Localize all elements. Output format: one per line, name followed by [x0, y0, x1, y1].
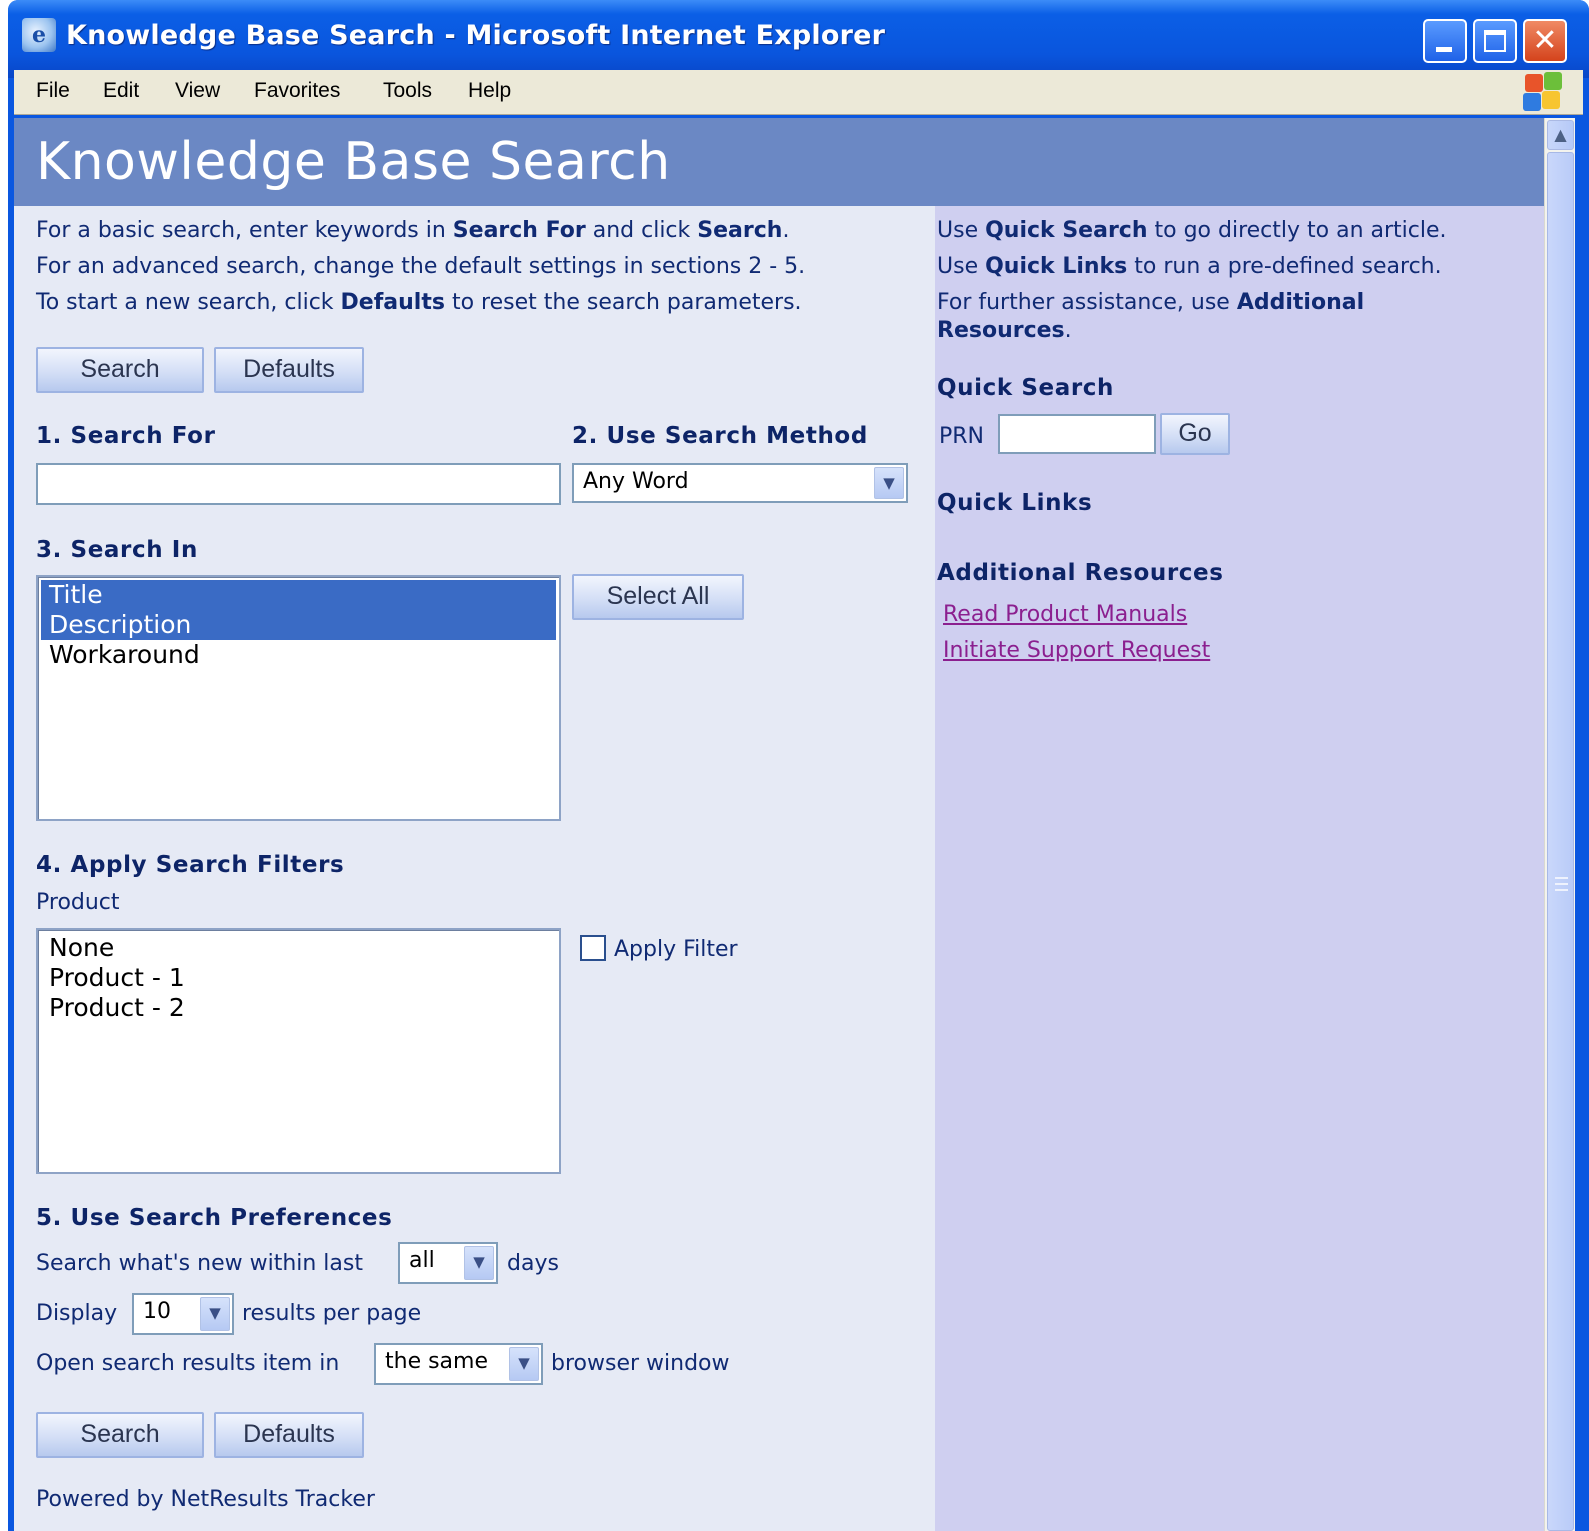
search-for-heading: 1. Search For: [36, 423, 216, 449]
chevron-down-icon[interactable]: ▼: [874, 467, 904, 499]
sidebar-help-line-1: Use Quick Search to go directly to an ar…: [937, 218, 1447, 243]
intro-text: For a basic search, enter keywords in: [36, 218, 453, 243]
close-button[interactable]: ✕: [1523, 19, 1567, 63]
prn-input[interactable]: [998, 414, 1156, 454]
product-listbox[interactable]: None Product - 1 Product - 2: [36, 928, 561, 1174]
page-title: Knowledge Base Search: [36, 132, 671, 192]
menu-favorites[interactable]: Favorites: [254, 79, 340, 103]
title-bar[interactable]: e Knowledge Base Search - Microsoft Inte…: [8, 0, 1589, 78]
search-method-value: Any Word: [583, 469, 689, 494]
intro-bold: Search For: [452, 218, 586, 243]
help-bold: Quick Search: [985, 218, 1148, 243]
search-in-heading: 3. Search In: [36, 537, 198, 563]
intro-text: .: [782, 218, 790, 243]
results-per-page-select[interactable]: 10 ▼: [132, 1293, 234, 1335]
list-option-none[interactable]: None: [41, 933, 556, 963]
windows-logo-icon: [1523, 72, 1563, 112]
menu-view[interactable]: View: [175, 79, 220, 103]
open-window-value: the same: [385, 1349, 489, 1374]
scroll-thumb[interactable]: [1547, 152, 1574, 1531]
list-option-workaround[interactable]: Workaround: [41, 640, 556, 670]
search-method-select[interactable]: Any Word ▼: [572, 463, 908, 503]
initiate-support-request-link[interactable]: Initiate Support Request: [943, 638, 1210, 663]
page-header: Knowledge Base Search: [14, 118, 1544, 206]
chevron-down-icon[interactable]: ▼: [464, 1246, 494, 1280]
pref-browser-window-label: browser window: [551, 1351, 730, 1376]
apply-filter-label: Apply Filter: [614, 937, 738, 962]
sidebar-help-line-3: For further assistance, use Additional: [937, 290, 1364, 315]
prn-label: PRN: [939, 424, 985, 449]
pref-display-label: Display: [36, 1301, 118, 1326]
maximize-icon: [1484, 30, 1506, 52]
results-per-page-value: 10: [143, 1299, 171, 1324]
pref-results-label: results per page: [242, 1301, 422, 1326]
help-text: to run a pre-defined search.: [1127, 254, 1442, 279]
days-value: all: [409, 1248, 435, 1273]
list-option-product-2[interactable]: Product - 2: [41, 993, 556, 1023]
minimize-button[interactable]: [1423, 19, 1467, 63]
select-all-button[interactable]: Select All: [572, 574, 744, 620]
defaults-button[interactable]: Defaults: [214, 347, 364, 393]
intro-text: and click: [585, 218, 698, 243]
pref-new-within-label: Search what's new within last: [36, 1251, 363, 1276]
chevron-down-icon[interactable]: ▼: [200, 1297, 230, 1331]
preferences-heading: 5. Use Search Preferences: [36, 1205, 393, 1231]
help-text: For further assistance, use: [937, 290, 1237, 315]
search-method-heading: 2. Use Search Method: [572, 423, 868, 449]
menu-help[interactable]: Help: [468, 79, 511, 103]
menu-tools[interactable]: Tools: [383, 79, 432, 103]
menu-edit[interactable]: Edit: [103, 79, 139, 103]
window-title: Knowledge Base Search - Microsoft Intern…: [66, 20, 886, 51]
minimize-icon: [1436, 47, 1452, 52]
pref-open-in-label: Open search results item in: [36, 1351, 340, 1376]
help-text: to go directly to an article.: [1147, 218, 1447, 243]
additional-resources-heading: Additional Resources: [937, 560, 1224, 586]
help-text: Use: [937, 254, 986, 279]
scroll-up-icon[interactable]: ▲: [1547, 120, 1574, 150]
close-icon: ✕: [1532, 23, 1558, 58]
intro-bold: Defaults: [340, 290, 445, 315]
intro-line-2: For an advanced search, change the defau…: [36, 254, 806, 279]
help-bold: Additional: [1236, 290, 1365, 315]
list-option-product-1[interactable]: Product - 1: [41, 963, 556, 993]
intro-text: To start a new search, click: [36, 290, 341, 315]
product-label: Product: [36, 890, 120, 915]
intro-bold: Search: [697, 218, 783, 243]
filters-heading: 4. Apply Search Filters: [36, 852, 345, 878]
list-option-title[interactable]: Title: [41, 580, 556, 610]
maximize-button[interactable]: [1473, 19, 1517, 63]
help-text: Use: [937, 218, 986, 243]
sidebar-help-line-4: Resources.: [937, 318, 1072, 343]
list-option-description[interactable]: Description: [41, 610, 556, 640]
help-bold: Quick Links: [985, 254, 1128, 279]
grip-icon: [1555, 877, 1568, 891]
search-for-input[interactable]: [36, 463, 561, 505]
pref-days-label: days: [507, 1251, 559, 1276]
sidebar-help-line-2: Use Quick Links to run a pre-defined sea…: [937, 254, 1442, 279]
days-select[interactable]: all ▼: [398, 1242, 498, 1284]
intro-line-3: To start a new search, click Defaults to…: [36, 290, 802, 315]
intro-line-1: For a basic search, enter keywords in Se…: [36, 218, 789, 243]
ie-icon: e: [22, 18, 56, 52]
quick-links-heading: Quick Links: [937, 490, 1093, 516]
search-button-bottom[interactable]: Search: [36, 1412, 204, 1458]
intro-text: to reset the search parameters.: [444, 290, 802, 315]
apply-filter-checkbox[interactable]: [580, 935, 606, 961]
menu-bar: File Edit View Favorites Tools Help: [14, 70, 1583, 115]
open-window-select[interactable]: the same ▼: [374, 1343, 543, 1385]
footer-text: Powered by NetResults Tracker: [36, 1487, 375, 1512]
go-button[interactable]: Go: [1160, 413, 1230, 455]
vertical-scrollbar[interactable]: ▲: [1544, 118, 1575, 1531]
sidebar-panel: [935, 206, 1544, 1531]
menu-file[interactable]: File: [36, 79, 70, 103]
page-viewport: Knowledge Base Search For a basic search…: [14, 118, 1544, 1531]
read-product-manuals-link[interactable]: Read Product Manuals: [943, 602, 1187, 627]
search-in-listbox[interactable]: Title Description Workaround: [36, 575, 561, 821]
defaults-button-bottom[interactable]: Defaults: [214, 1412, 364, 1458]
quick-search-heading: Quick Search: [937, 375, 1114, 401]
search-button[interactable]: Search: [36, 347, 204, 393]
chevron-down-icon[interactable]: ▼: [509, 1347, 539, 1381]
help-text: .: [1064, 318, 1072, 343]
help-bold: Resources: [937, 318, 1065, 343]
